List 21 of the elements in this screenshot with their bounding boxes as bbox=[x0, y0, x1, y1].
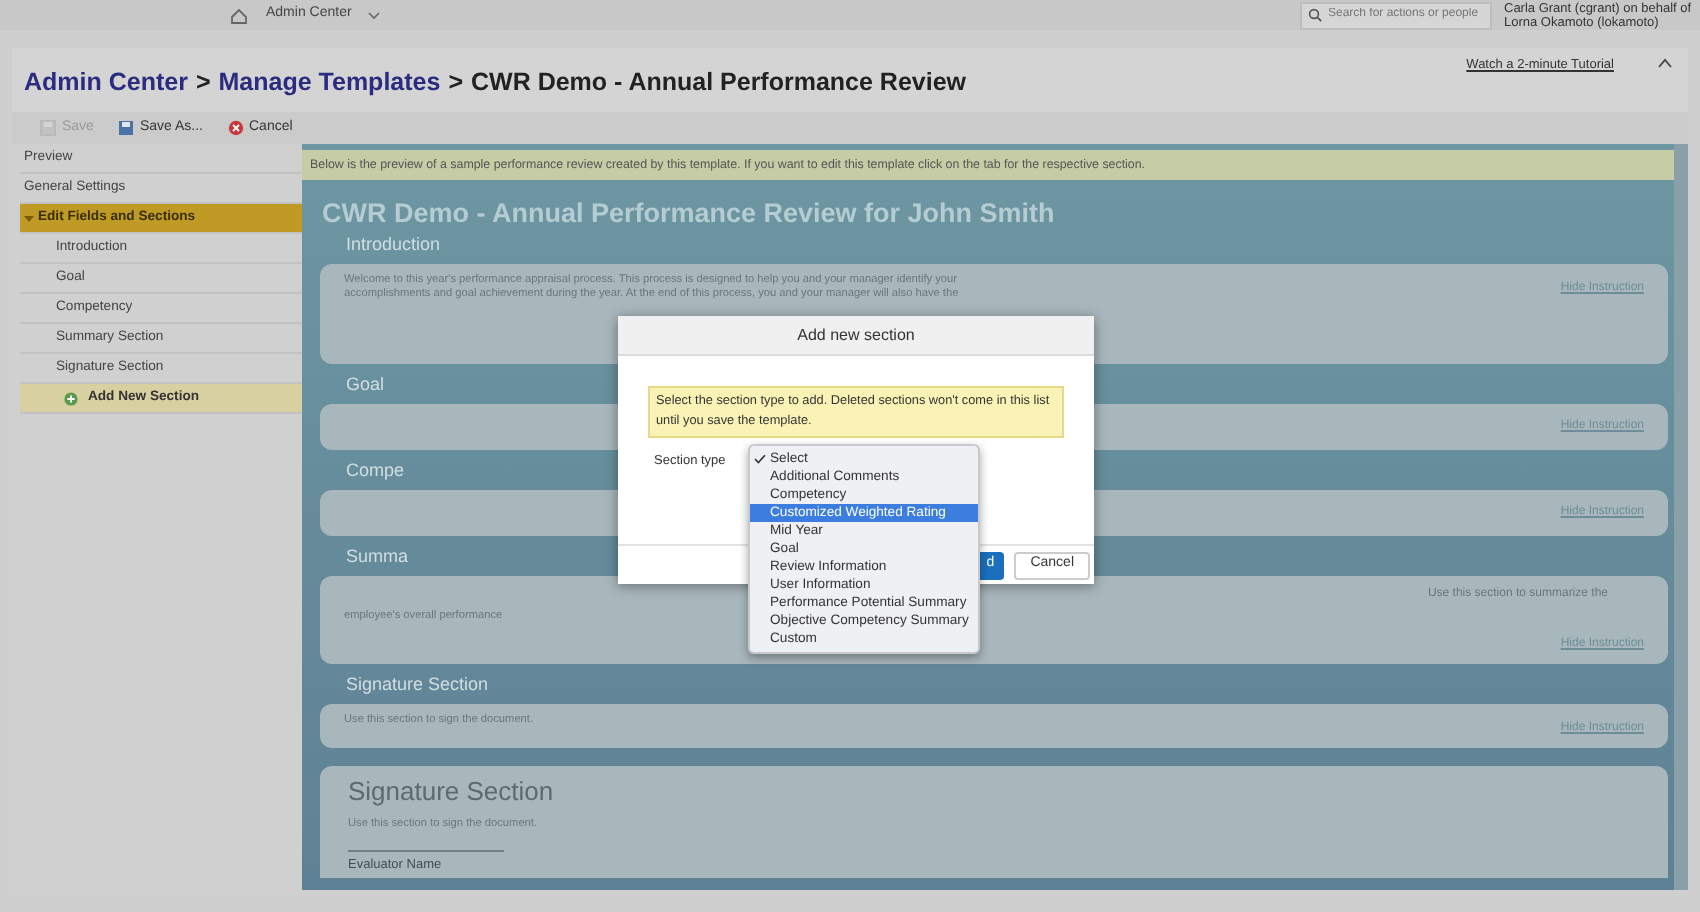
scrollbar[interactable] bbox=[1674, 144, 1688, 890]
cancel-icon bbox=[227, 120, 243, 136]
section-heading: Summa bbox=[344, 544, 411, 570]
breadcrumb-separator: > bbox=[195, 66, 211, 100]
breadcrumb-link[interactable]: Manage Templates bbox=[218, 64, 441, 102]
section-title: Signature Section bbox=[348, 774, 556, 810]
section-heading: Goal bbox=[344, 372, 387, 398]
collapse-icon[interactable] bbox=[1658, 58, 1672, 68]
section-heading: Introduction bbox=[344, 232, 443, 258]
breadcrumb-separator: > bbox=[448, 66, 463, 100]
caret-down-icon bbox=[367, 11, 380, 19]
home-icon bbox=[230, 7, 248, 23]
breadcrumb-link[interactable]: Admin Center bbox=[24, 64, 188, 102]
section-heading: Signature Section bbox=[344, 672, 491, 698]
plus-icon bbox=[64, 391, 78, 405]
expanded-triangle-icon bbox=[24, 213, 34, 223]
section-heading: Compe bbox=[344, 458, 407, 484]
search-icon bbox=[1308, 8, 1322, 22]
dialog-title: Add new section bbox=[618, 316, 1094, 356]
preview-title: CWR Demo - Annual Performance Review for John Smith bbox=[320, 196, 1057, 230]
page-title: CWR Demo - Annual Performance Review bbox=[471, 66, 967, 100]
